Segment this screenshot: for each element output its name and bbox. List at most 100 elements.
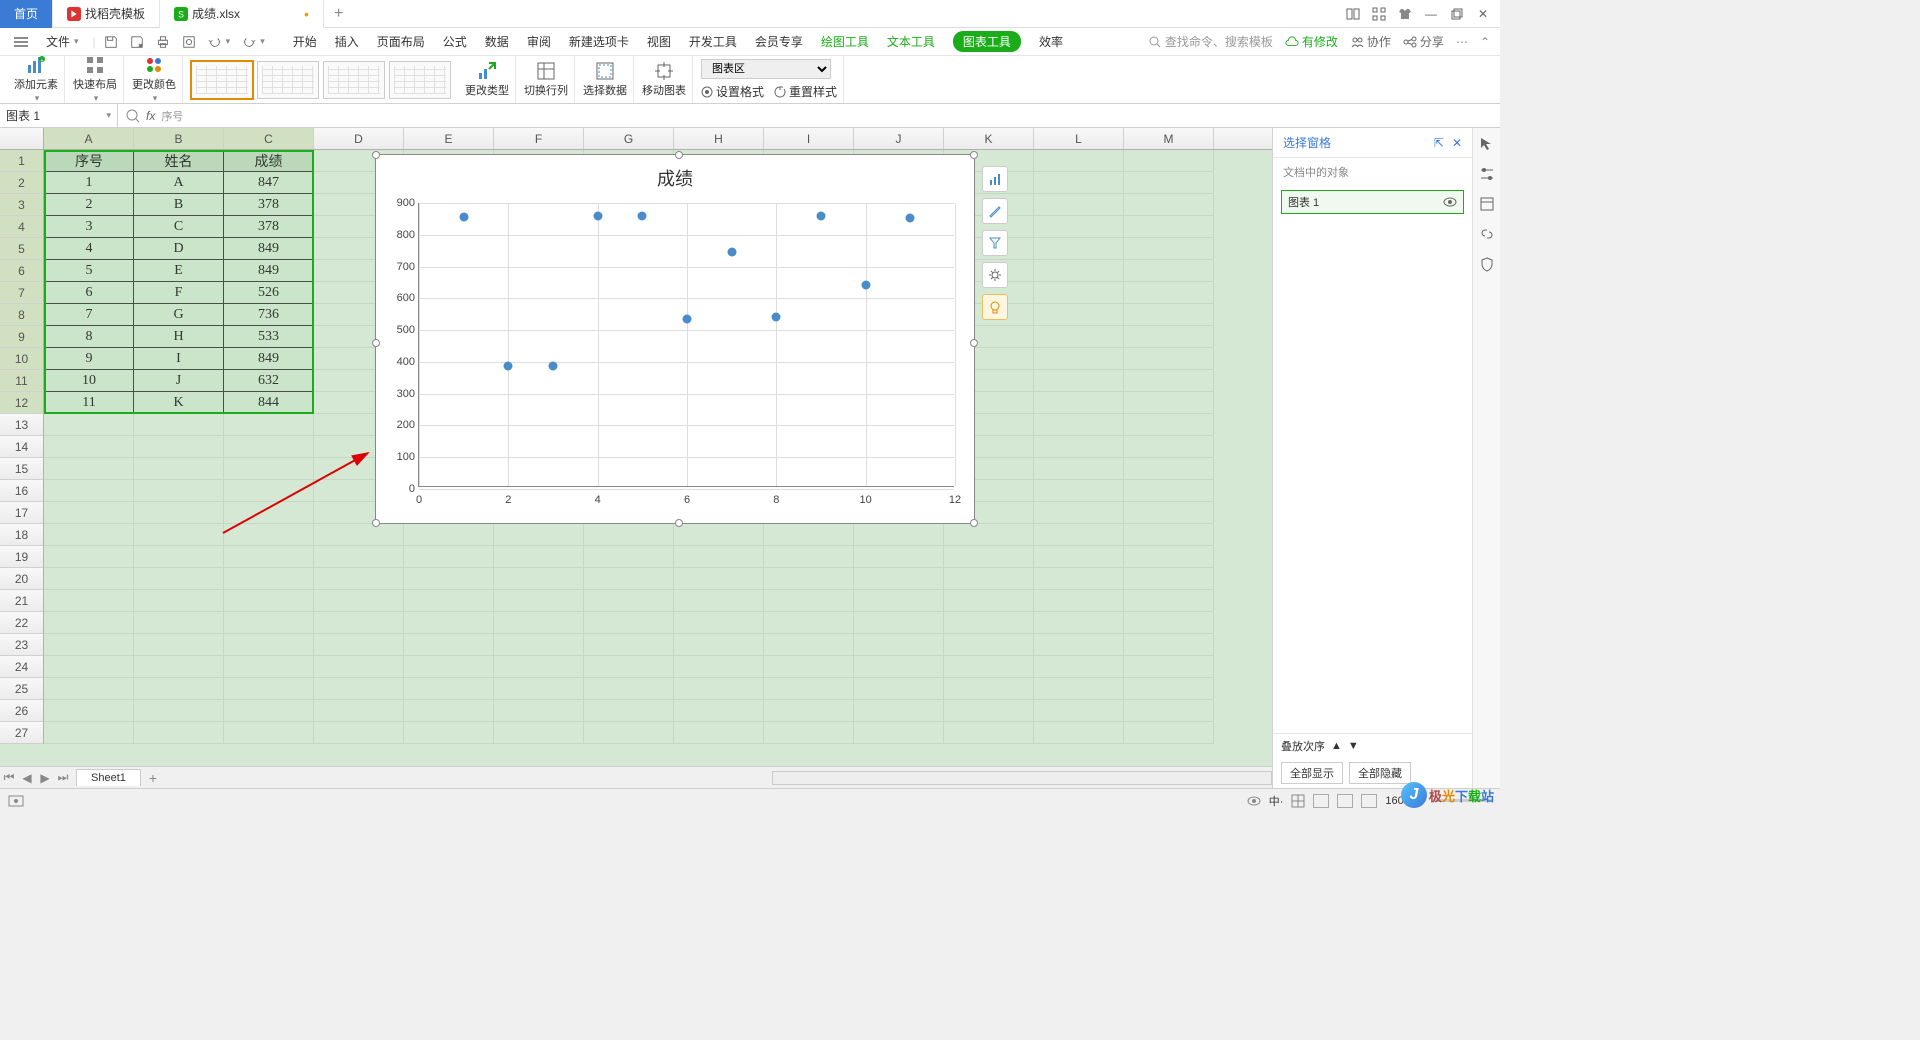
cell[interactable] <box>134 546 224 568</box>
cell[interactable] <box>44 458 134 480</box>
cell[interactable] <box>1124 656 1214 678</box>
cell[interactable] <box>1124 172 1214 194</box>
cell[interactable] <box>1034 436 1124 458</box>
cell[interactable] <box>224 502 314 524</box>
cell[interactable] <box>584 722 674 744</box>
cell[interactable] <box>584 590 674 612</box>
cell[interactable]: 9 <box>44 348 134 370</box>
panel-chart-item[interactable]: 图表 1 <box>1281 190 1464 214</box>
row-header[interactable]: 1 <box>0 150 44 172</box>
cell[interactable] <box>764 568 854 590</box>
tab-draw-tools[interactable]: 绘图工具 <box>821 31 869 52</box>
cell[interactable] <box>674 546 764 568</box>
cell[interactable] <box>224 722 314 744</box>
file-menu[interactable]: 文件 <box>36 31 89 52</box>
chart-settings-button[interactable] <box>982 262 1008 288</box>
cell[interactable] <box>764 590 854 612</box>
print-preview-icon[interactable] <box>178 33 200 51</box>
chart-area-select[interactable]: 图表区 <box>701 59 831 79</box>
cell[interactable]: 849 <box>224 260 314 282</box>
cell[interactable] <box>1034 194 1124 216</box>
cell[interactable] <box>674 612 764 634</box>
panel-close-icon[interactable]: ✕ <box>1452 136 1462 150</box>
cell[interactable] <box>44 634 134 656</box>
print-icon[interactable] <box>152 33 174 51</box>
rail-link-icon[interactable] <box>1479 226 1495 242</box>
tab-add[interactable]: + <box>324 1 353 27</box>
more-icon[interactable]: ⋯ <box>1456 35 1468 49</box>
cell[interactable] <box>1034 700 1124 722</box>
cell[interactable] <box>314 590 404 612</box>
cell[interactable] <box>1034 634 1124 656</box>
cell[interactable]: 849 <box>224 238 314 260</box>
ime-indicator[interactable]: 中· <box>1269 793 1284 809</box>
cell[interactable] <box>944 722 1034 744</box>
cell[interactable] <box>134 700 224 722</box>
cell[interactable] <box>764 722 854 744</box>
cell[interactable] <box>674 722 764 744</box>
zoom-fx-icon[interactable] <box>126 109 140 123</box>
cell[interactable] <box>134 722 224 744</box>
cell[interactable]: 632 <box>224 370 314 392</box>
cell[interactable] <box>1034 326 1124 348</box>
cell[interactable] <box>404 612 494 634</box>
rail-select-icon[interactable] <box>1479 136 1495 152</box>
cell[interactable] <box>44 414 134 436</box>
rail-shield-icon[interactable] <box>1479 256 1495 272</box>
show-all-button[interactable]: 全部显示 <box>1281 762 1343 784</box>
cell[interactable] <box>674 524 764 546</box>
tab-data[interactable]: 数据 <box>485 31 509 52</box>
cell[interactable]: 6 <box>44 282 134 304</box>
col-header[interactable]: D <box>314 128 404 149</box>
row-header[interactable]: 24 <box>0 656 44 678</box>
cell[interactable] <box>314 634 404 656</box>
row-header[interactable]: 7 <box>0 282 44 304</box>
save-icon[interactable] <box>100 33 122 51</box>
cell[interactable] <box>1124 480 1214 502</box>
cell[interactable] <box>1034 502 1124 524</box>
tab-text-tools[interactable]: 文本工具 <box>887 31 935 52</box>
cell[interactable] <box>314 700 404 722</box>
cell[interactable] <box>854 656 944 678</box>
row-header[interactable]: 25 <box>0 678 44 700</box>
sheet-next-button[interactable]: ▶ <box>36 767 54 788</box>
cell[interactable] <box>1034 568 1124 590</box>
cell[interactable]: I <box>134 348 224 370</box>
tab-file-active[interactable]: S 成绩.xlsx • <box>160 0 324 28</box>
col-header[interactable]: E <box>404 128 494 149</box>
cell[interactable] <box>944 678 1034 700</box>
row-header[interactable]: 22 <box>0 612 44 634</box>
cell[interactable] <box>1124 282 1214 304</box>
cell[interactable]: J <box>134 370 224 392</box>
chart-title[interactable]: 成绩 <box>376 155 974 197</box>
cell[interactable] <box>1124 502 1214 524</box>
cell[interactable] <box>944 656 1034 678</box>
cell[interactable] <box>314 722 404 744</box>
tab-new-tab[interactable]: 新建选项卡 <box>569 31 629 52</box>
cell[interactable]: 844 <box>224 392 314 414</box>
row-header[interactable]: 14 <box>0 436 44 458</box>
cell[interactable] <box>854 722 944 744</box>
cell[interactable] <box>134 436 224 458</box>
tab-formula[interactable]: 公式 <box>443 31 467 52</box>
cell[interactable] <box>674 568 764 590</box>
cell[interactable] <box>1124 722 1214 744</box>
select-all-corner[interactable] <box>0 128 44 149</box>
quick-layout-button[interactable]: 快速布局 <box>73 55 117 104</box>
cell[interactable]: 4 <box>44 238 134 260</box>
cell[interactable] <box>1124 458 1214 480</box>
set-format-button[interactable]: 设置格式 <box>701 83 764 100</box>
cell[interactable] <box>134 458 224 480</box>
hide-all-button[interactable]: 全部隐藏 <box>1349 762 1411 784</box>
cell[interactable] <box>494 722 584 744</box>
collapse-ribbon-icon[interactable]: ⌃ <box>1480 35 1490 49</box>
chart-style-3[interactable] <box>323 61 385 99</box>
record-icon[interactable] <box>8 794 24 808</box>
cell[interactable] <box>1034 260 1124 282</box>
cell[interactable] <box>1034 348 1124 370</box>
cell[interactable] <box>494 568 584 590</box>
row-header[interactable]: 8 <box>0 304 44 326</box>
row-header[interactable]: 15 <box>0 458 44 480</box>
cell[interactable] <box>1034 480 1124 502</box>
cell[interactable] <box>764 634 854 656</box>
